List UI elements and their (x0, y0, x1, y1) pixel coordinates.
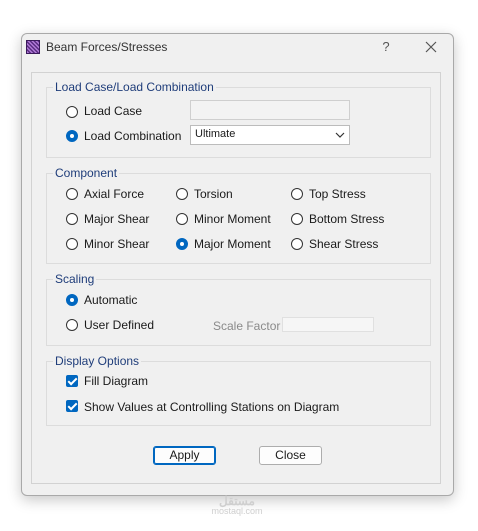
apply-button[interactable]: Apply (153, 446, 216, 465)
major-moment-label: Major Moment (194, 237, 271, 251)
automatic-label: Automatic (84, 293, 138, 307)
watermark-latin: mostaql.com (211, 506, 263, 516)
axial-force-radio[interactable] (66, 188, 78, 200)
display-options-group: Display Options (46, 354, 431, 426)
load-combination-radio[interactable] (66, 130, 78, 142)
top-stress-radio[interactable] (291, 188, 303, 200)
watermark-arabic: مستقل (219, 494, 255, 508)
torsion-label: Torsion (194, 187, 233, 201)
component-legend: Component (55, 166, 118, 180)
chevron-down-icon (335, 132, 345, 138)
minor-moment-label: Minor Moment (194, 212, 271, 226)
load-case-legend: Load Case/Load Combination (55, 80, 214, 94)
load-combination-label: Load Combination (84, 129, 182, 143)
close-icon[interactable] (421, 37, 441, 57)
major-moment-radio[interactable] (176, 238, 188, 250)
show-values-checkbox[interactable] (66, 400, 78, 412)
user-defined-label: User Defined (84, 318, 155, 332)
minor-shear-label: Minor Shear (84, 237, 150, 251)
beam-forces-dialog: Beam Forces/Stresses ? Load Case/Load Co… (21, 33, 454, 496)
scaling-group: Scaling (46, 272, 431, 346)
bottom-stress-label: Bottom Stress (309, 212, 385, 226)
shear-stress-radio[interactable] (291, 238, 303, 250)
user-defined-radio[interactable] (66, 319, 78, 331)
scale-factor-label: Scale Factor (213, 319, 281, 333)
major-shear-radio[interactable] (66, 213, 78, 225)
load-combination-select[interactable]: Ultimate (190, 125, 350, 145)
title-bar: Beam Forces/Stresses ? (22, 34, 453, 62)
load-case-field (190, 100, 350, 120)
shear-stress-label: Shear Stress (309, 237, 379, 251)
fill-diagram-label: Fill Diagram (84, 374, 149, 388)
scaling-legend: Scaling (55, 272, 95, 286)
torsion-radio[interactable] (176, 188, 188, 200)
major-shear-label: Major Shear (84, 212, 150, 226)
bottom-stress-radio[interactable] (291, 213, 303, 225)
load-case-label: Load Case (84, 104, 143, 118)
app-icon (26, 40, 40, 54)
show-values-label: Show Values at Controlling Stations on D… (84, 400, 340, 414)
minor-moment-radio[interactable] (176, 213, 188, 225)
display-options-legend: Display Options (55, 354, 140, 368)
minor-shear-radio[interactable] (66, 238, 78, 250)
top-stress-label: Top Stress (309, 187, 366, 201)
load-case-radio[interactable] (66, 106, 78, 118)
help-button[interactable]: ? (376, 37, 396, 57)
close-button[interactable]: Close (259, 446, 322, 465)
axial-force-label: Axial Force (84, 187, 145, 201)
watermark: مستقل mostaql.com (207, 494, 267, 516)
fill-diagram-checkbox[interactable] (66, 375, 78, 387)
scale-factor-field[interactable] (282, 317, 374, 332)
automatic-radio[interactable] (66, 294, 78, 306)
window-title: Beam Forces/Stresses (46, 40, 168, 54)
load-combination-value: Ultimate (195, 128, 236, 140)
